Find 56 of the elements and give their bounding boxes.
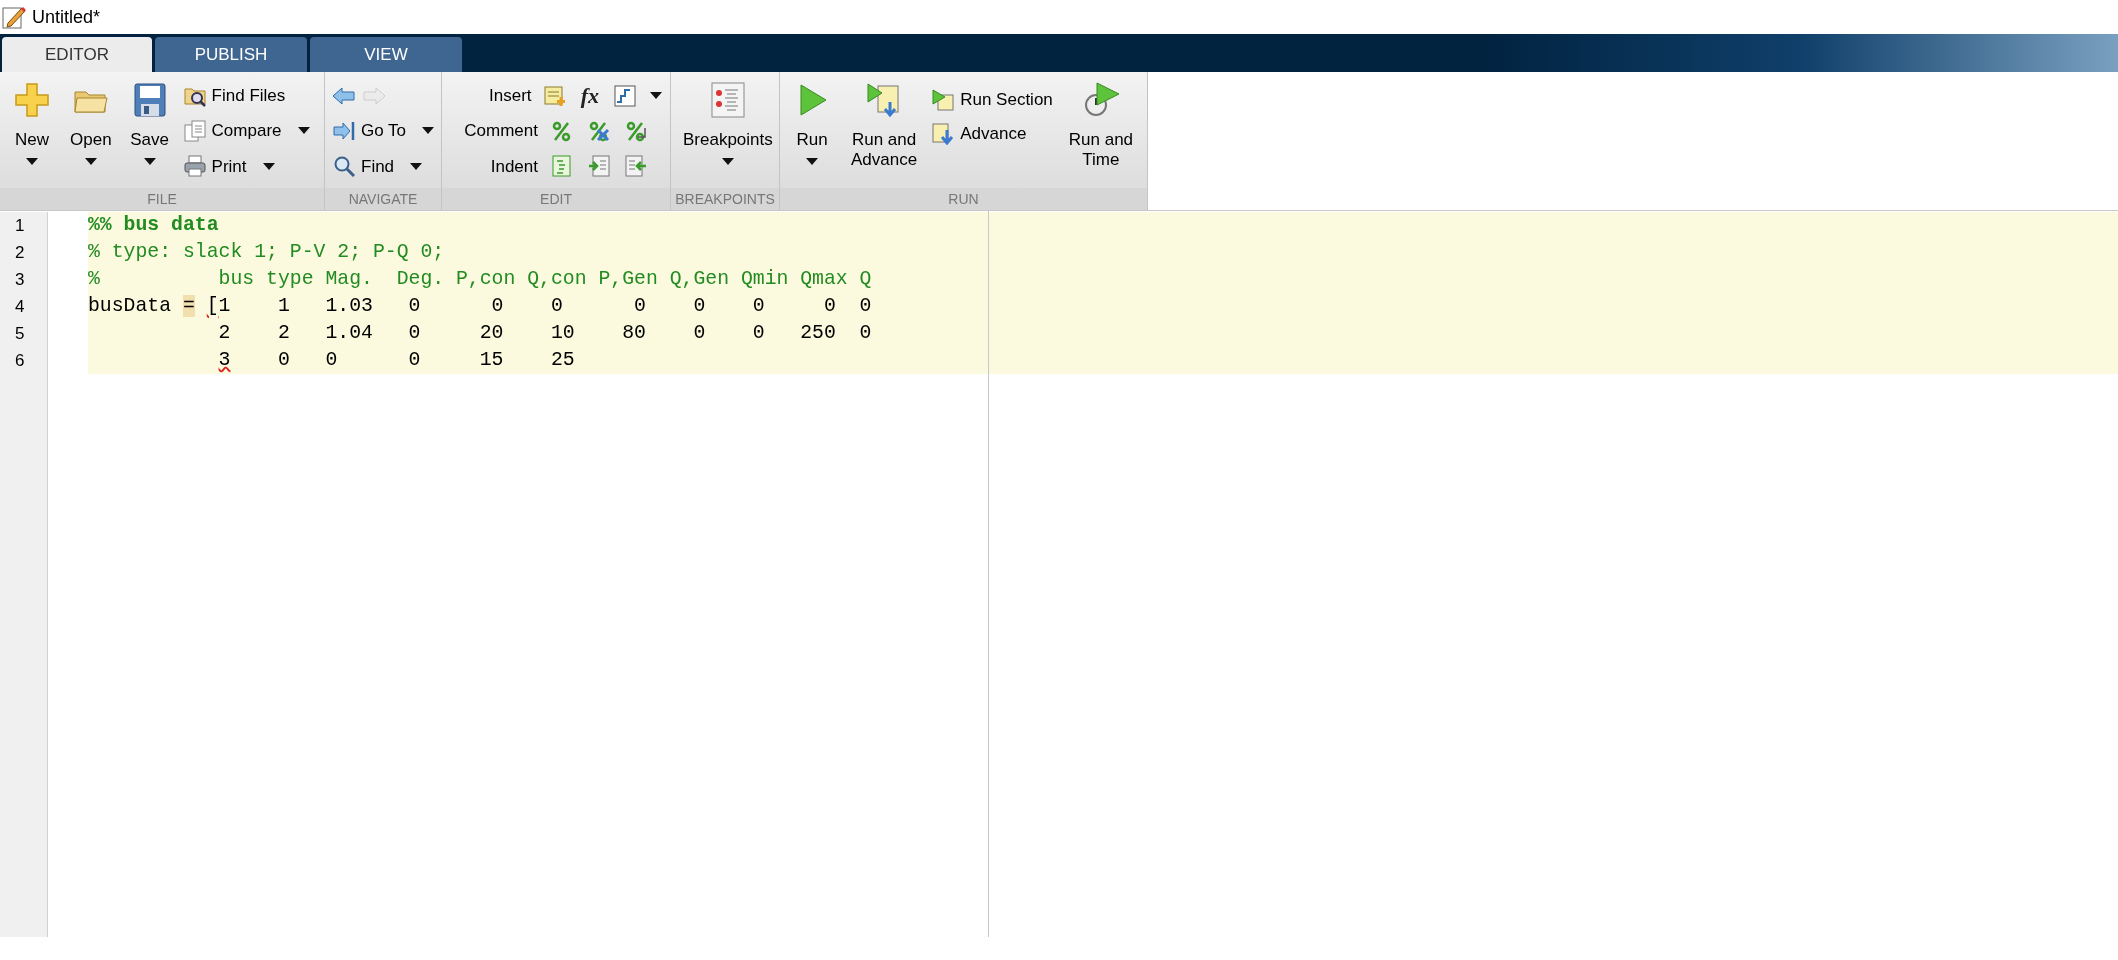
line-number: 6: [0, 347, 48, 374]
line-number: 5: [0, 320, 48, 347]
group-label: RUN: [780, 188, 1147, 210]
step-function-icon: [613, 84, 636, 107]
increase-indent-icon: [588, 155, 610, 178]
toolbar-button[interactable]: Advance: [930, 120, 1055, 148]
window-title: Untitled*: [32, 5, 101, 29]
toolbar-button[interactable]: Find Files: [181, 81, 312, 110]
toolbar-button[interactable]: Open: [64, 78, 118, 184]
row-label: Insert: [488, 84, 532, 107]
group-label: NAVIGATE: [325, 188, 441, 210]
group-label: BREAKPOINTS: [671, 188, 779, 210]
search-icon: [333, 155, 355, 178]
printer-icon: [183, 155, 206, 178]
group-label: FILE: [0, 188, 324, 210]
percent-wrap-icon: [625, 120, 647, 142]
toolbar-button[interactable]: Find: [331, 152, 437, 181]
row-label: Comment: [463, 120, 538, 143]
toolbar-button[interactable]: Print: [181, 152, 312, 181]
line-number: 2: [0, 239, 48, 266]
decrease-indent-icon: [625, 155, 647, 178]
toolbar-button[interactable]: fx: [577, 82, 602, 109]
edit-document-icon: [2, 5, 26, 29]
toolbar-button[interactable]: Breakpoints: [677, 78, 779, 184]
tab[interactable]: EDITOR: [2, 37, 152, 72]
back-arrow-icon: [332, 85, 356, 106]
group-label: EDIT: [442, 188, 670, 210]
toolbar-button[interactable]: Save: [123, 78, 176, 184]
line-number: 4: [0, 293, 48, 320]
toolbar-button[interactable]: Run and Time: [1060, 78, 1141, 184]
toolbar-button[interactable]: Run Section: [930, 86, 1055, 114]
new-icon: [12, 80, 52, 120]
line-number: 1: [0, 212, 48, 239]
tab[interactable]: PUBLISH: [155, 37, 307, 72]
document-down-arrow-icon: [932, 123, 955, 145]
percent-cross-icon: [588, 120, 610, 142]
line-number: 3: [0, 266, 48, 293]
back-button[interactable]: [331, 84, 357, 107]
forward-arrow-icon: [362, 85, 386, 106]
indent-icon: [551, 155, 573, 178]
percent-icon: [551, 120, 573, 142]
row-label: Indent: [489, 155, 538, 178]
toolbar-button[interactable]: [612, 82, 637, 109]
caret-icon: [650, 92, 662, 100]
toolbar-button[interactable]: [623, 153, 649, 180]
tab[interactable]: VIEW: [310, 37, 462, 72]
toolbar-button[interactable]: Run and Advance: [844, 78, 925, 184]
toolbar-button[interactable]: Go To: [331, 117, 437, 145]
toolbar-button[interactable]: Run: [786, 78, 838, 184]
compare-documents-icon: [183, 120, 206, 142]
toolbar-button[interactable]: [586, 153, 612, 180]
toolbar-button[interactable]: New: [6, 78, 58, 184]
go-to-arrow-icon: [333, 120, 355, 142]
insert-section-icon: [543, 84, 566, 107]
play-document-icon: [932, 89, 955, 111]
toolbar-button[interactable]: Compare: [181, 117, 312, 145]
